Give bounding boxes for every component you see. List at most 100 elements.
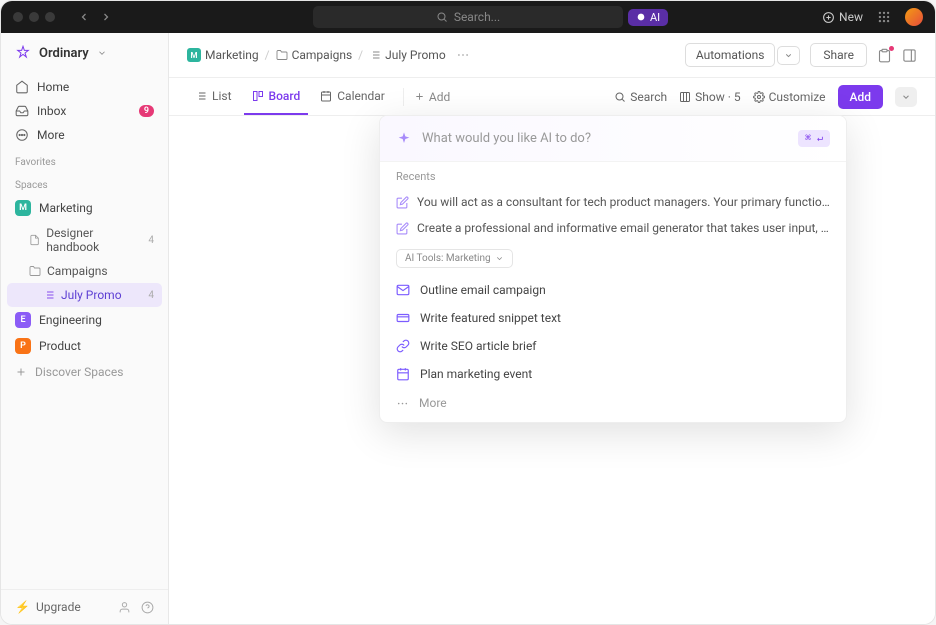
favorites-label: Favorites: [1, 149, 168, 172]
search-action[interactable]: Search: [614, 90, 667, 104]
view-list[interactable]: List: [187, 78, 240, 115]
list-icon: [369, 49, 381, 61]
add-dropdown[interactable]: [895, 87, 917, 107]
nav-home[interactable]: Home: [7, 75, 162, 99]
nav-more[interactable]: More: [7, 123, 162, 147]
sidebar-toggle-icon[interactable]: [902, 48, 917, 63]
ai-input-placeholder: What would you like AI to do?: [422, 131, 788, 146]
view-board[interactable]: Board: [244, 78, 309, 115]
minimize-light[interactable]: [29, 12, 39, 22]
sparkle-icon: [396, 131, 412, 147]
more-icon: [15, 128, 29, 142]
tool-outline-email[interactable]: Outline email campaign: [380, 276, 846, 304]
maximize-light[interactable]: [45, 12, 55, 22]
nav-back[interactable]: [75, 8, 93, 26]
space-engineering[interactable]: E Engineering: [7, 307, 162, 333]
ai-chip[interactable]: AI: [628, 9, 668, 26]
bolt-icon: ⚡: [15, 600, 30, 614]
home-icon: [15, 80, 29, 94]
traffic-lights: [13, 12, 55, 22]
space-icon-engineering: E: [15, 312, 31, 328]
nav-forward[interactable]: [97, 8, 115, 26]
space-icon-marketing: M: [15, 200, 31, 216]
recents-label: Recents: [380, 161, 846, 189]
clipboard-button[interactable]: [877, 48, 892, 63]
calendar-view-icon: [320, 90, 332, 102]
spaces-label: Spaces: [1, 172, 168, 195]
calendar-icon: [396, 367, 410, 381]
child-designer-handbook[interactable]: Designer handbook 4: [7, 221, 162, 259]
inbox-icon: [15, 104, 29, 118]
sidebar: Ordinary Home Inbox 9 More: [1, 33, 169, 624]
chevron-down-icon: [97, 48, 107, 58]
view-calendar[interactable]: Calendar: [312, 78, 393, 115]
folder-icon: [29, 265, 41, 277]
user-icon[interactable]: [118, 601, 131, 614]
chevron-down-icon: [901, 92, 911, 102]
customize-action[interactable]: Customize: [753, 90, 826, 104]
card-icon: [396, 311, 410, 325]
search-icon: [614, 91, 626, 103]
dots-icon: [396, 397, 409, 410]
notification-dot: [889, 46, 894, 51]
tool-seo-brief[interactable]: Write SEO article brief: [380, 332, 846, 360]
user-avatar[interactable]: [905, 8, 923, 26]
space-icon-product: P: [15, 338, 31, 354]
workspace-logo-icon: [15, 45, 31, 61]
breadcrumb-bar: M Marketing / Campaigns / July Promo: [169, 33, 935, 78]
bc-folder[interactable]: Campaigns: [276, 48, 353, 62]
ai-popup: What would you like AI to do? ⌘ ↵ Recent…: [379, 115, 847, 423]
settings-icon: [753, 91, 765, 103]
topbar: Search... AI New: [1, 1, 935, 33]
new-button[interactable]: New: [822, 10, 863, 24]
list-icon: [43, 289, 55, 301]
space-product[interactable]: P Product: [7, 333, 162, 359]
apps-menu[interactable]: [877, 10, 891, 24]
ai-prompt-row[interactable]: What would you like AI to do? ⌘ ↵: [380, 116, 846, 161]
recent-item-1[interactable]: Create a professional and informative em…: [380, 215, 846, 241]
chevron-down-icon: [495, 254, 504, 263]
child-campaigns[interactable]: Campaigns: [7, 259, 162, 283]
child-july-promo[interactable]: July Promo 4: [7, 283, 162, 307]
space-marketing[interactable]: M Marketing: [7, 195, 162, 221]
mail-icon: [396, 283, 410, 297]
pencil-icon: [396, 196, 409, 209]
tool-snippet[interactable]: Write featured snippet text: [380, 304, 846, 332]
add-view[interactable]: Add: [414, 90, 450, 104]
bc-space[interactable]: M Marketing: [187, 48, 259, 62]
global-search[interactable]: Search...: [313, 6, 623, 28]
grid-icon: [877, 10, 891, 24]
recent-item-0[interactable]: You will act as a consultant for tech pr…: [380, 189, 846, 215]
tool-more[interactable]: More: [380, 388, 846, 422]
workspace-switcher[interactable]: Ordinary: [1, 33, 168, 73]
add-task-button[interactable]: Add: [838, 85, 883, 109]
content-area: M Marketing / Campaigns / July Promo: [169, 33, 935, 624]
share-button[interactable]: Share: [810, 43, 867, 67]
chevron-down-icon: [784, 51, 793, 60]
help-icon[interactable]: [141, 601, 154, 614]
ai-tools-tag[interactable]: AI Tools: Marketing: [396, 249, 513, 268]
plus-icon: [414, 91, 425, 102]
search-placeholder: Search...: [454, 10, 500, 24]
more-horiz-icon[interactable]: [456, 48, 470, 62]
ai-shortcut: ⌘ ↵: [798, 130, 830, 147]
bc-space-icon: M: [187, 48, 201, 62]
doc-icon: [29, 234, 40, 246]
plus-circle-icon: [822, 11, 835, 24]
list-view-icon: [195, 90, 207, 102]
upgrade-button[interactable]: ⚡ Upgrade: [15, 600, 81, 614]
nav-inbox[interactable]: Inbox 9: [7, 99, 162, 123]
automations-dropdown[interactable]: [777, 46, 800, 65]
view-tabs: List Board Calendar Add: [169, 78, 935, 116]
bc-list[interactable]: July Promo: [369, 48, 446, 62]
folder-icon: [276, 49, 288, 61]
inbox-badge: 9: [139, 105, 154, 117]
close-light[interactable]: [13, 12, 23, 22]
show-action[interactable]: Show · 5: [679, 90, 740, 104]
board-view-icon: [252, 90, 264, 102]
plus-icon: [15, 366, 27, 378]
automations-button[interactable]: Automations: [685, 43, 776, 67]
tool-plan-event[interactable]: Plan marketing event: [380, 360, 846, 388]
pencil-icon: [396, 222, 409, 235]
discover-spaces[interactable]: Discover Spaces: [1, 359, 168, 385]
